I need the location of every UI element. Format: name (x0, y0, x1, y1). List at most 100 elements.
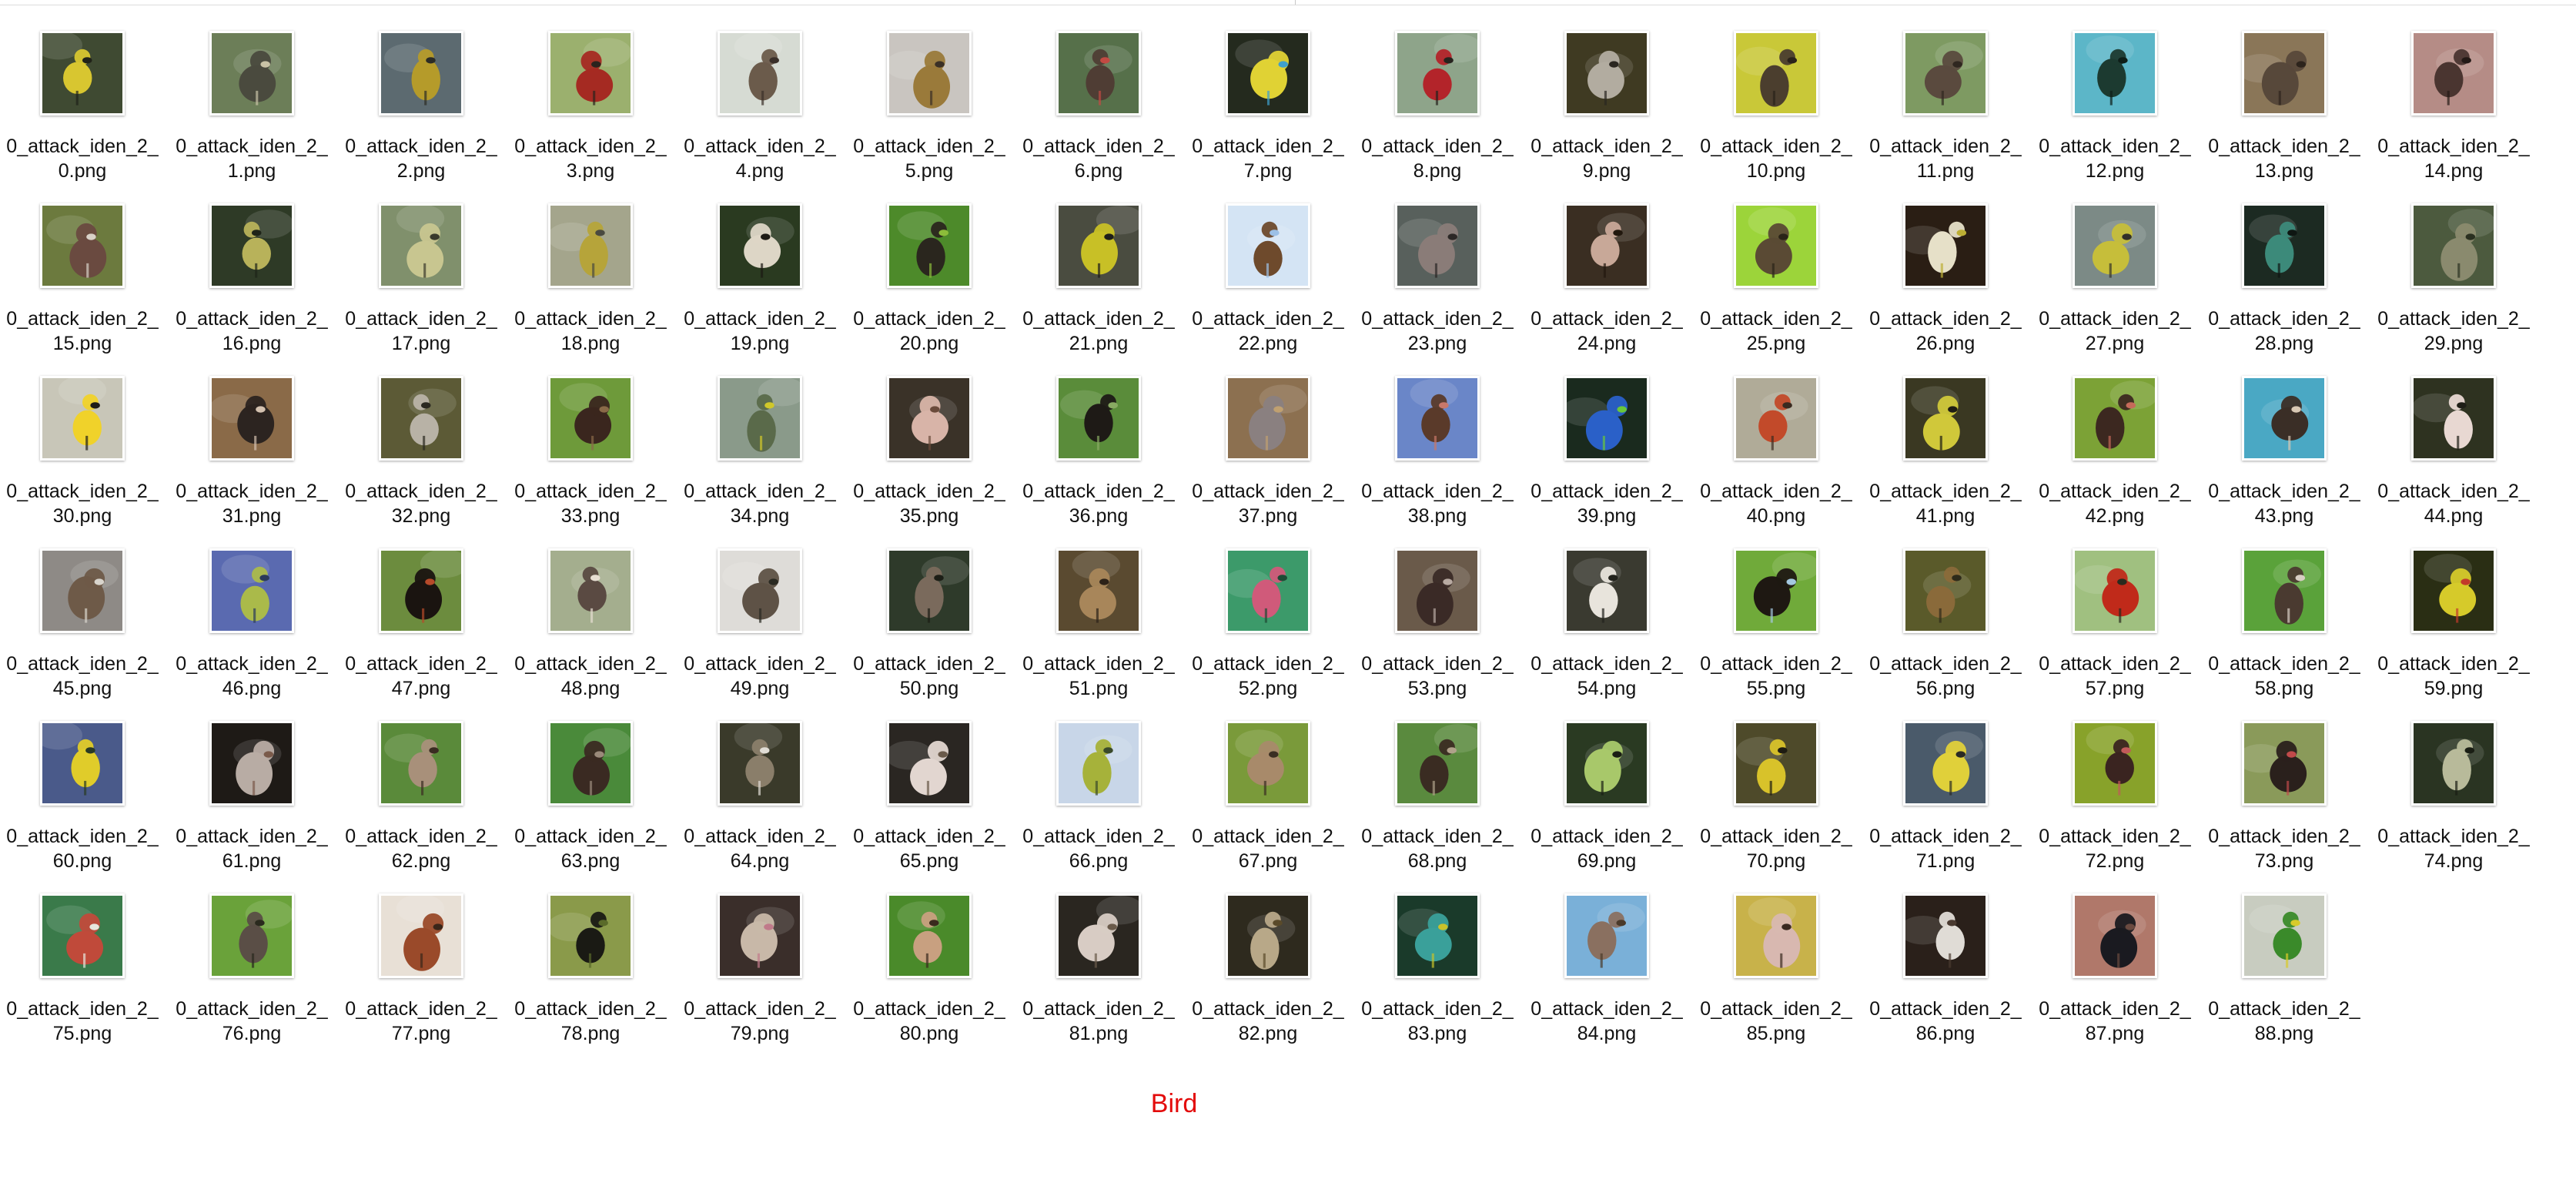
file-item[interactable]: 0_attack_iden_2_ 51.png (1016, 547, 1186, 719)
file-thumbnail[interactable] (1734, 31, 1818, 116)
file-item[interactable]: 0_attack_iden_2_ 23.png (1355, 202, 1524, 374)
file-name[interactable]: 0_attack_iden_2_ 65.png (847, 824, 1012, 873)
file-name[interactable]: 0_attack_iden_2_ 12.png (2032, 134, 2197, 183)
file-thumbnail[interactable] (209, 548, 294, 633)
file-thumbnail[interactable] (1226, 548, 1310, 633)
file-thumbnail[interactable] (1226, 376, 1310, 461)
file-item[interactable]: 0_attack_iden_2_ 35.png (847, 374, 1016, 547)
file-item[interactable]: 0_attack_iden_2_ 80.png (847, 892, 1016, 1064)
file-name[interactable]: 0_attack_iden_2_ 52.png (1186, 652, 1350, 701)
file-item[interactable]: 0_attack_iden_2_ 47.png (339, 547, 508, 719)
file-item[interactable]: 0_attack_iden_2_ 72.png (2032, 719, 2202, 892)
file-name[interactable]: 0_attack_iden_2_ 79.png (677, 997, 842, 1046)
file-item[interactable]: 0_attack_iden_2_ 69.png (1524, 719, 1694, 892)
file-name[interactable]: 0_attack_iden_2_ 48.png (508, 652, 673, 701)
file-item[interactable]: 0_attack_iden_2_ 8.png (1355, 29, 1524, 202)
file-thumbnail[interactable] (2073, 548, 2157, 633)
file-item[interactable]: 0_attack_iden_2_ 22.png (1186, 202, 1355, 374)
file-item[interactable]: 0_attack_iden_2_ 68.png (1355, 719, 1524, 892)
file-item[interactable]: 0_attack_iden_2_ 71.png (1863, 719, 2032, 892)
file-item[interactable]: 0_attack_iden_2_ 61.png (169, 719, 339, 892)
file-item[interactable]: 0_attack_iden_2_ 25.png (1694, 202, 1863, 374)
file-name[interactable]: 0_attack_iden_2_ 57.png (2032, 652, 2197, 701)
file-item[interactable]: 0_attack_iden_2_ 24.png (1524, 202, 1694, 374)
file-item[interactable]: 0_attack_iden_2_ 74.png (2371, 719, 2541, 892)
file-thumbnail[interactable] (2411, 548, 2496, 633)
file-item[interactable]: 0_attack_iden_2_ 82.png (1186, 892, 1355, 1064)
file-thumbnail[interactable] (2073, 203, 2157, 288)
file-thumbnail[interactable] (718, 548, 802, 633)
file-item[interactable]: 0_attack_iden_2_ 85.png (1694, 892, 1863, 1064)
file-item[interactable]: 0_attack_iden_2_ 19.png (677, 202, 847, 374)
file-item[interactable]: 0_attack_iden_2_ 86.png (1863, 892, 2032, 1064)
file-thumbnail[interactable] (1395, 376, 1480, 461)
file-name[interactable]: 0_attack_iden_2_ 17.png (339, 307, 503, 356)
file-name[interactable]: 0_attack_iden_2_ 13.png (2202, 134, 2367, 183)
file-thumbnail[interactable] (718, 721, 802, 806)
file-name[interactable]: 0_attack_iden_2_ 82.png (1186, 997, 1350, 1046)
file-item[interactable]: 0_attack_iden_2_ 83.png (1355, 892, 1524, 1064)
file-thumbnail[interactable] (1395, 31, 1480, 116)
file-item[interactable]: 0_attack_iden_2_ 49.png (677, 547, 847, 719)
file-name[interactable]: 0_attack_iden_2_ 61.png (169, 824, 334, 873)
file-name[interactable]: 0_attack_iden_2_ 6.png (1016, 134, 1181, 183)
file-name[interactable]: 0_attack_iden_2_ 60.png (0, 824, 165, 873)
file-thumbnail[interactable] (2073, 376, 2157, 461)
file-thumbnail[interactable] (2242, 203, 2327, 288)
file-item[interactable]: 0_attack_iden_2_ 14.png (2371, 29, 2541, 202)
file-item[interactable]: 0_attack_iden_2_ 76.png (169, 892, 339, 1064)
file-name[interactable]: 0_attack_iden_2_ 16.png (169, 307, 334, 356)
file-thumbnail[interactable] (1564, 31, 1649, 116)
file-thumbnail[interactable] (40, 548, 125, 633)
file-thumbnail[interactable] (2073, 31, 2157, 116)
file-name[interactable]: 0_attack_iden_2_ 77.png (339, 997, 503, 1046)
file-thumbnail[interactable] (1564, 376, 1649, 461)
file-name[interactable]: 0_attack_iden_2_ 2.png (339, 134, 503, 183)
file-thumbnail[interactable] (2411, 31, 2496, 116)
file-thumbnail[interactable] (887, 376, 972, 461)
file-item[interactable]: 0_attack_iden_2_ 12.png (2032, 29, 2202, 202)
file-thumbnail[interactable] (2242, 31, 2327, 116)
file-name[interactable]: 0_attack_iden_2_ 3.png (508, 134, 673, 183)
file-name[interactable]: 0_attack_iden_2_ 78.png (508, 997, 673, 1046)
file-name[interactable]: 0_attack_iden_2_ 51.png (1016, 652, 1181, 701)
file-thumbnail[interactable] (887, 721, 972, 806)
file-item[interactable]: 0_attack_iden_2_ 66.png (1016, 719, 1186, 892)
file-name[interactable]: 0_attack_iden_2_ 42.png (2032, 479, 2197, 528)
file-thumbnail[interactable] (209, 31, 294, 116)
file-thumbnail[interactable] (548, 893, 633, 978)
pane-divider[interactable] (1295, 0, 1296, 5)
file-item[interactable]: 0_attack_iden_2_ 46.png (169, 547, 339, 719)
file-name[interactable]: 0_attack_iden_2_ 88.png (2202, 997, 2367, 1046)
file-thumbnail[interactable] (718, 203, 802, 288)
file-item[interactable]: 0_attack_iden_2_ 11.png (1863, 29, 2032, 202)
file-item[interactable]: 0_attack_iden_2_ 31.png (169, 374, 339, 547)
file-item[interactable]: 0_attack_iden_2_ 48.png (508, 547, 677, 719)
file-item[interactable]: 0_attack_iden_2_ 55.png (1694, 547, 1863, 719)
file-name[interactable]: 0_attack_iden_2_ 80.png (847, 997, 1012, 1046)
file-name[interactable]: 0_attack_iden_2_ 20.png (847, 307, 1012, 356)
file-name[interactable]: 0_attack_iden_2_ 0.png (0, 134, 165, 183)
file-thumbnail[interactable] (548, 548, 633, 633)
file-item[interactable]: 0_attack_iden_2_ 6.png (1016, 29, 1186, 202)
file-name[interactable]: 0_attack_iden_2_ 71.png (1863, 824, 2028, 873)
file-name[interactable]: 0_attack_iden_2_ 23.png (1355, 307, 1520, 356)
file-thumbnail[interactable] (1395, 203, 1480, 288)
file-thumbnail[interactable] (1056, 203, 1141, 288)
file-thumbnail[interactable] (209, 376, 294, 461)
file-name[interactable]: 0_attack_iden_2_ 43.png (2202, 479, 2367, 528)
file-item[interactable]: 0_attack_iden_2_ 67.png (1186, 719, 1355, 892)
file-item[interactable]: 0_attack_iden_2_ 32.png (339, 374, 508, 547)
file-item[interactable]: 0_attack_iden_2_ 27.png (2032, 202, 2202, 374)
file-item[interactable]: 0_attack_iden_2_ 18.png (508, 202, 677, 374)
file-thumbnail[interactable] (1903, 203, 1988, 288)
file-item[interactable]: 0_attack_iden_2_ 57.png (2032, 547, 2202, 719)
file-thumbnail[interactable] (1226, 893, 1310, 978)
file-item[interactable]: 0_attack_iden_2_ 52.png (1186, 547, 1355, 719)
file-name[interactable]: 0_attack_iden_2_ 10.png (1694, 134, 1858, 183)
file-item[interactable]: 0_attack_iden_2_ 53.png (1355, 547, 1524, 719)
file-thumbnail[interactable] (1734, 893, 1818, 978)
file-name[interactable]: 0_attack_iden_2_ 46.png (169, 652, 334, 701)
file-thumbnail[interactable] (379, 893, 463, 978)
file-thumbnail[interactable] (1226, 31, 1310, 116)
